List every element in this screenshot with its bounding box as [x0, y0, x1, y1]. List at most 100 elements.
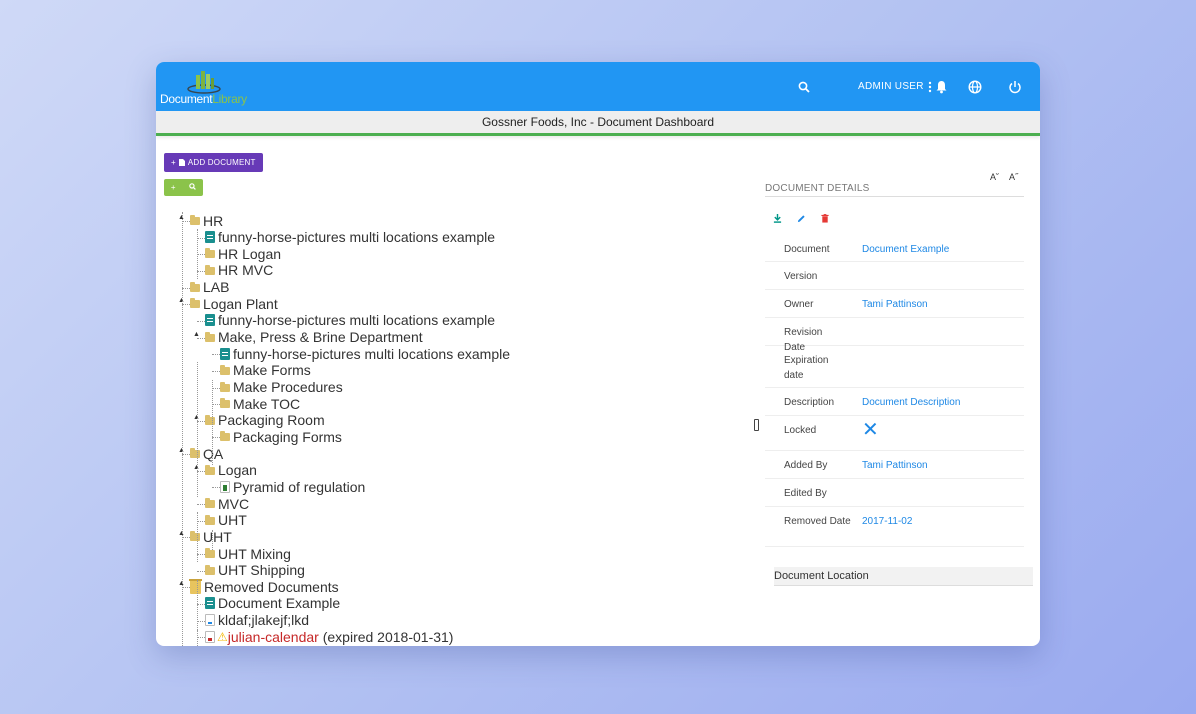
add-document-button[interactable]: + ADD DOCUMENT	[164, 153, 263, 172]
logo-text: DocumentLibrary	[160, 92, 247, 106]
tree-toggle[interactable]: ▲	[193, 414, 200, 421]
tree-folder[interactable]: Make Forms	[220, 362, 311, 379]
tree-folder[interactable]: UHT Shipping	[205, 562, 305, 579]
globe-icon	[968, 79, 982, 94]
detail-row: Description Document Description	[765, 388, 1024, 416]
tree-folder[interactable]: LAB	[190, 279, 229, 296]
download-icon[interactable]	[773, 214, 782, 223]
search-icon	[189, 183, 196, 190]
document-file-icon	[205, 314, 215, 327]
tree-toggle[interactable]: ▲	[178, 530, 185, 537]
logout-button[interactable]	[1008, 62, 1022, 111]
tree-folder[interactable]: HR	[190, 212, 223, 229]
folder-icon	[205, 331, 215, 342]
folder-icon	[190, 298, 200, 309]
tree-folder[interactable]: Make, Press & Brine Department	[205, 329, 423, 346]
tree-toggle[interactable]: ▲	[178, 580, 185, 587]
tree-toggle[interactable]: ▲	[193, 464, 200, 471]
tree-connector	[197, 254, 205, 256]
tree-node-label: Pyramid of regulation	[233, 478, 366, 495]
tree-connector	[197, 337, 205, 339]
tree-folder[interactable]: UHT	[205, 512, 247, 529]
tree-document[interactable]: funny-horse-pictures multi locations exa…	[205, 312, 495, 329]
font-decrease-button[interactable]: A˘	[990, 172, 999, 182]
language-button[interactable]	[968, 62, 982, 111]
tree-document[interactable]: Document Example	[205, 595, 340, 612]
tree-node-label: Logan	[218, 462, 257, 479]
tree-node-label: UHT	[203, 528, 232, 545]
tree-toggle[interactable]: ▲	[178, 214, 185, 221]
tree-folder[interactable]: QA	[190, 445, 223, 462]
tree-document[interactable]: Pyramid of regulation	[220, 478, 365, 495]
notifications-button[interactable]	[935, 62, 948, 111]
tree-node-label: Packaging Room	[218, 412, 325, 429]
tree-node-label: julian-calendar	[227, 628, 319, 645]
tree-toggle[interactable]: ▲	[178, 447, 185, 454]
tree-folder[interactable]: Make Procedures	[220, 379, 343, 396]
text-file-icon	[205, 614, 215, 627]
folder-icon	[220, 431, 230, 442]
detail-value[interactable]: Document Description	[862, 395, 960, 410]
user-menu-button[interactable]: ADMIN USER	[858, 62, 933, 111]
folder-icon	[190, 531, 200, 542]
detail-key: Locked	[784, 425, 817, 436]
tree-node-label: kldaf;jlakejf;lkd	[218, 612, 310, 629]
tree-node-label: QA	[203, 445, 224, 462]
tree-toggle[interactable]: ▲	[178, 297, 185, 304]
delete-icon[interactable]	[821, 214, 829, 223]
document-icon	[178, 159, 185, 166]
tree-connector	[197, 520, 205, 522]
page-title: Gossner Foods, Inc - Document Dashboard	[156, 111, 1040, 136]
folder-icon	[205, 548, 215, 558]
tree-connector	[182, 304, 190, 306]
detail-row: Revision Date	[765, 318, 1024, 353]
font-increase-button[interactable]: A˝	[1009, 172, 1018, 182]
detail-value[interactable]: Tami Pattinson	[862, 297, 928, 312]
tree-search-button[interactable]	[189, 183, 196, 192]
add-document-label: ADD DOCUMENT	[187, 158, 256, 167]
tree-node-label: UHT	[218, 512, 247, 529]
app-logo[interactable]: DocumentLibrary	[160, 68, 260, 108]
tree-document[interactable]: funny-horse-pictures multi locations exa…	[205, 229, 495, 246]
tree-guide-line	[197, 512, 198, 562]
tree-folder[interactable]: Logan Plant	[190, 295, 278, 312]
tree-folder[interactable]: HR MVC	[205, 262, 273, 279]
search-button[interactable]	[798, 62, 810, 111]
document-file-icon	[205, 597, 215, 610]
tree-node-label: HR Logan	[218, 245, 282, 262]
tree-connector	[197, 420, 205, 422]
tree-connector	[182, 221, 190, 222]
tree-connector	[212, 387, 220, 389]
tree-document[interactable]: funny-horse-pictures multi locations exa…	[220, 345, 510, 362]
tree-folder[interactable]: MVC	[205, 495, 249, 512]
expiry-note: (expired 2018-01-31)	[318, 628, 454, 645]
folder-icon	[205, 414, 215, 425]
detail-value[interactable]: 2017-11-02	[862, 514, 912, 529]
tree-node-label: HR MVC	[218, 262, 274, 279]
tree-connector	[197, 320, 205, 322]
tree-guide-line	[197, 630, 198, 646]
detail-value[interactable]: Document Example	[862, 242, 949, 257]
tree-folder[interactable]: Removed Documents	[189, 578, 339, 595]
tree-folder[interactable]: Packaging Room	[205, 412, 325, 429]
tree-folder[interactable]: UHT Mixing	[205, 545, 291, 562]
edit-icon[interactable]	[797, 214, 806, 223]
details-actions	[773, 214, 829, 223]
detail-value[interactable]: Tami Pattinson	[862, 458, 928, 473]
tree-folder[interactable]: Make TOC	[220, 395, 300, 412]
tree-folder[interactable]: Packaging Forms	[220, 428, 342, 445]
tree-connector	[182, 587, 190, 589]
locked-x-icon[interactable]: ✕	[862, 419, 879, 441]
tree-node-label: Packaging Forms	[233, 428, 342, 445]
tree-document[interactable]: kldaf;jlakejf;lkd	[205, 612, 309, 629]
tree-folder[interactable]: HR Logan	[205, 245, 281, 262]
tree-connector	[212, 370, 220, 372]
tree-node-label: UHT Mixing	[218, 545, 291, 562]
expand-all-button[interactable]: +	[171, 183, 176, 192]
tree-guide-line	[212, 530, 213, 550]
splitter-handle[interactable]	[754, 419, 759, 431]
folder-icon	[220, 381, 230, 392]
tree-connector	[197, 620, 205, 622]
tree-document[interactable]: ⚠ julian-calendar (expired 2018-01-31)	[205, 628, 453, 645]
tree-toggle[interactable]: ▲	[193, 331, 200, 338]
